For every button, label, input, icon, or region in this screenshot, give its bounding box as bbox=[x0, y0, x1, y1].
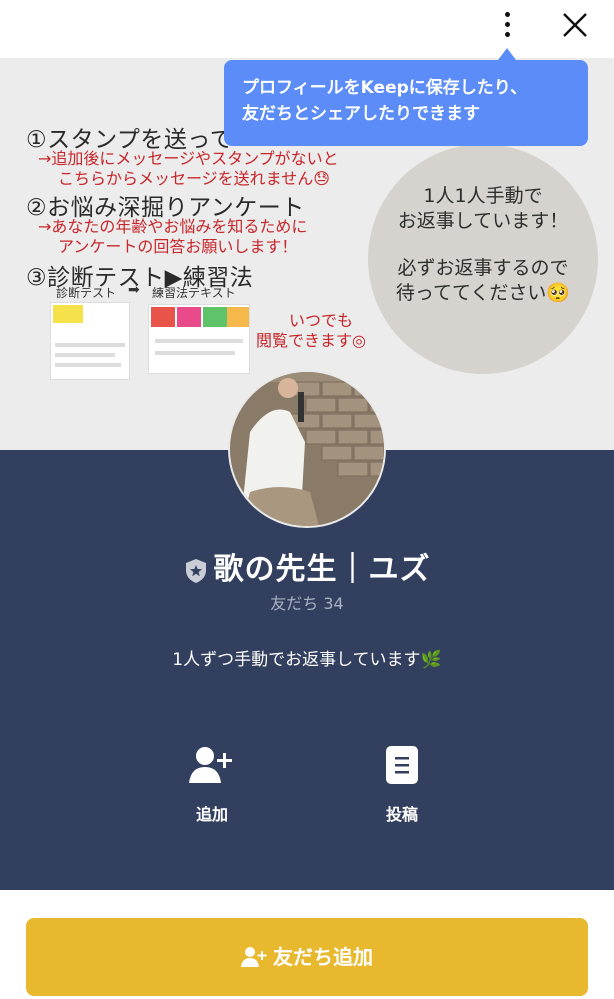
diagnosis-thumbnail bbox=[50, 302, 130, 380]
cover-anytime2: 閲覧できます◎ bbox=[256, 331, 366, 350]
circle-note: 1人1人手動で お返事しています！ 必ずお返事するので 待っててください🥺 bbox=[368, 144, 598, 374]
add-action-label: 追加 bbox=[195, 805, 228, 824]
top-bar bbox=[0, 0, 614, 58]
tooltip-line1: プロフィールをKeepに保存したり、 bbox=[242, 78, 528, 98]
add-friend-button[interactable]: 友だち追加 bbox=[26, 918, 588, 996]
cover-step3-sub-b: 練習法テキスト bbox=[152, 286, 236, 300]
add-friend-label: 友だち追加 bbox=[273, 945, 373, 969]
practice-thumbnail bbox=[148, 304, 250, 374]
arrow-right-icon: ➡ bbox=[128, 282, 140, 298]
cover-step2-note1: →あなたの年齢やお悩みを知るために bbox=[38, 217, 308, 236]
post-action[interactable]: 投稿 bbox=[362, 745, 442, 825]
cover-anytime1: いつでも bbox=[288, 311, 353, 330]
tooltip-arrow bbox=[498, 48, 516, 60]
circle-line3: 必ずお返事するので bbox=[397, 257, 569, 279]
circle-line1: 1人1人手動で bbox=[423, 185, 543, 207]
avatar[interactable] bbox=[228, 370, 386, 528]
friends-count: 友だち 34 bbox=[270, 594, 344, 613]
circle-line2: お返事しています！ bbox=[397, 210, 569, 232]
profile-name: 歌の先生｜ユズ bbox=[213, 552, 431, 587]
add-friend-small-icon bbox=[241, 946, 267, 967]
cover-step2-note2: アンケートの回答お願いします！ bbox=[58, 237, 298, 256]
cover-step1-note1: →追加後にメッセージやスタンプがないと bbox=[38, 149, 339, 168]
profile-name-row: 歌の先生｜ユズ bbox=[0, 544, 614, 588]
keep-tooltip[interactable]: プロフィールをKeepに保存したり、 友だちとシェアしたりできます bbox=[224, 60, 588, 146]
add-friend-icon bbox=[189, 747, 232, 783]
verified-shield-icon bbox=[185, 558, 206, 583]
circle-line4: 待っててください🥺 bbox=[395, 282, 571, 304]
close-icon[interactable] bbox=[558, 8, 592, 42]
tooltip-line2: 友だちとシェアしたりできます bbox=[242, 104, 480, 124]
post-icon bbox=[386, 746, 418, 784]
post-action-label: 投稿 bbox=[385, 805, 418, 824]
more-vertical-icon[interactable] bbox=[494, 8, 522, 42]
cover-step3-sub-a: 診断テスト bbox=[56, 286, 117, 300]
add-action[interactable]: 追加 bbox=[172, 745, 252, 825]
cover-step1-note2: こちらからメッセージを送れません😓 bbox=[58, 169, 330, 188]
status-message: 1人ずつ手動でお返事しています🌿 bbox=[172, 650, 442, 670]
